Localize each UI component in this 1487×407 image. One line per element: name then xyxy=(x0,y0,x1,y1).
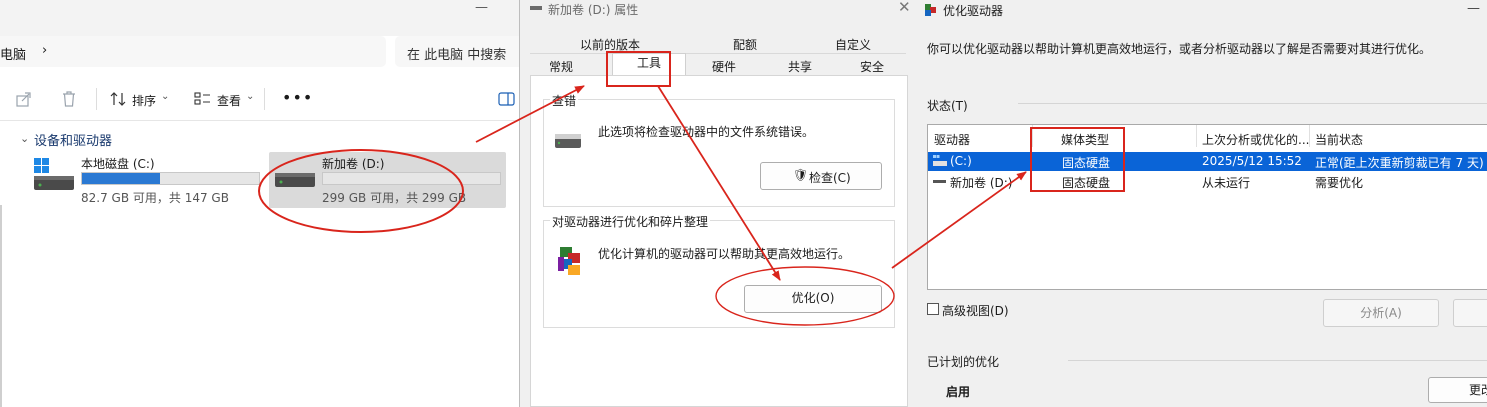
view-label: 查看 xyxy=(217,94,242,108)
check-button[interactable]: 🛡 检查(C) xyxy=(760,162,882,190)
enabled-label: 启用 xyxy=(946,385,971,399)
status-label: 状态(T) xyxy=(927,99,968,113)
command-bar: 排序 ⌄ 查看 ⌄ ••• xyxy=(0,78,520,121)
analyze-button[interactable]: 分析(A) xyxy=(1323,299,1439,327)
group-title: 对驱动器进行优化和碎片整理 xyxy=(550,213,711,230)
optimize-drives-window: 优化驱动器 — 你可以优化驱动器以帮助计算机更高效地运行，或者分析驱动器以了解是… xyxy=(915,0,1487,407)
search-input[interactable]: 在 此电脑 中搜索 xyxy=(407,44,506,63)
drive-icon xyxy=(933,180,946,183)
drive-free-space: 82.7 GB 可用，共 147 GB xyxy=(81,191,229,205)
column-header-drive[interactable]: 驱动器 xyxy=(934,131,970,148)
chevron-right-icon[interactable]: › xyxy=(42,43,47,58)
column-header-last-run[interactable]: 上次分析或优化的... xyxy=(1202,131,1309,148)
address-text: 电脑 xyxy=(0,48,27,63)
optimize-description: 你可以优化驱动器以帮助计算机更高效地运行，或者分析驱动器以了解是否需要对其进行优… xyxy=(927,42,1432,56)
tab-sharing[interactable]: 共享 xyxy=(762,58,838,75)
drive-icon xyxy=(530,6,542,10)
toolbar-separator xyxy=(264,88,265,110)
error-check-description: 此选项将检查驱动器中的文件系统错误。 xyxy=(598,125,815,139)
media-type-cell: 固态硬盘 xyxy=(1062,156,1111,170)
status-cell: 需要优化 xyxy=(1315,176,1364,190)
table-row[interactable]: (C:) 固态硬盘 2025/5/12 15:52 正常(距上次重新剪裁已有 7… xyxy=(928,152,1487,171)
defrag-icon xyxy=(558,247,580,275)
drive-cell: 新加卷 (D:) xyxy=(950,176,1013,190)
status-cell: 正常(距上次重新剪裁已有 7 天) xyxy=(1315,156,1484,170)
shield-icon: 🛡 xyxy=(793,168,809,182)
tab-previous-versions[interactable]: 以前的版本 xyxy=(530,36,690,53)
navigation-pane-border xyxy=(0,205,2,407)
toolbar-separator xyxy=(96,88,97,110)
last-run-cell: 从未运行 xyxy=(1202,176,1251,190)
drive-icon xyxy=(275,173,315,187)
tab-security[interactable]: 安全 xyxy=(838,58,906,75)
sort-label: 排序 xyxy=(132,94,157,108)
close-icon[interactable]: ✕ xyxy=(898,0,911,16)
details-pane-icon[interactable] xyxy=(498,92,516,106)
windows-drive-icon xyxy=(933,155,947,166)
scheduled-optimization-label: 已计划的优化 xyxy=(927,355,1000,369)
change-settings-button[interactable]: 更改 xyxy=(1428,377,1487,403)
drive-tile-d[interactable]: 新加卷 (D:) 299 GB 可用，共 299 GB xyxy=(269,152,506,208)
column-header-status[interactable]: 当前状态 xyxy=(1315,131,1363,148)
drive-label: 新加卷 (D:) xyxy=(322,157,385,171)
address-bar[interactable]: 电脑 › xyxy=(0,36,386,67)
drive-tile-c[interactable]: 本地磁盘 (C:) 82.7 GB 可用，共 147 GB xyxy=(28,152,264,208)
more-options-icon[interactable]: ••• xyxy=(282,88,313,107)
optimize-drive-button[interactable] xyxy=(1453,299,1487,327)
view-icon xyxy=(194,92,210,105)
media-type-cell: 固态硬盘 xyxy=(1062,176,1111,190)
drive-list[interactable]: 驱动器 媒体类型 上次分析或优化的... 当前状态 (C:) 固态硬盘 2025… xyxy=(927,124,1487,290)
explorer-title-bar: — xyxy=(0,0,520,36)
column-separator xyxy=(1309,125,1310,147)
defrag-icon xyxy=(925,4,936,16)
column-header-media-type[interactable]: 媒体类型 xyxy=(1061,131,1109,148)
tab-general[interactable]: 常规 xyxy=(530,58,592,75)
file-explorer-window: — 电脑 › 在 此电脑 中搜索 排序 ⌄ 查看 ⌄ ••• ⌄ 设备和驱动器 … xyxy=(0,0,520,407)
check-button-label: 检查(C) xyxy=(809,171,851,185)
drive-label: 本地磁盘 (C:) xyxy=(81,157,155,171)
sort-icon xyxy=(110,92,126,106)
window-title: 优化驱动器 xyxy=(943,4,1004,18)
windows-drive-icon xyxy=(34,158,74,190)
optimize-group: 对驱动器进行优化和碎片整理 优化计算机的驱动器可以帮助其更高效地运行。 优化(O… xyxy=(543,213,895,328)
chevron-down-icon[interactable]: ⌄ xyxy=(20,132,29,145)
checkbox-box[interactable] xyxy=(927,303,939,315)
status-divider xyxy=(1018,103,1487,104)
chevron-down-icon: ⌄ xyxy=(246,91,255,102)
error-check-group: 查错 此选项将检查驱动器中的文件系统错误。 🛡 检查(C) xyxy=(543,92,895,207)
column-separator xyxy=(1196,125,1197,147)
optimize-button[interactable]: 优化(O) xyxy=(744,285,882,313)
advanced-view-label: 高级视图(D) xyxy=(942,304,1009,318)
tools-tab-panel: 查错 此选项将检查驱动器中的文件系统错误。 🛡 检查(C) 对驱动器进行优化和碎… xyxy=(530,75,908,407)
drive-cell: (C:) xyxy=(950,154,972,168)
tab-row-bottom: 常规 工具 硬件 共享 安全 xyxy=(530,53,906,76)
share-icon[interactable] xyxy=(14,89,34,109)
search-box[interactable]: 在 此电脑 中搜索 xyxy=(395,36,520,67)
devices-section-title: 设备和驱动器 xyxy=(34,134,113,149)
tab-quota[interactable]: 配额 xyxy=(690,36,800,53)
drive-properties-dialog: 新加卷 (D:) 属性 ✕ 以前的版本 配额 自定义 常规 工具 硬件 共享 安… xyxy=(519,0,917,407)
tab-hardware[interactable]: 硬件 xyxy=(686,58,762,75)
last-run-cell: 2025/5/12 15:52 xyxy=(1202,154,1302,168)
drive-free-space: 299 GB 可用，共 299 GB xyxy=(322,191,467,205)
dialog-title: 新加卷 (D:) 属性 xyxy=(548,3,639,17)
minimize-icon[interactable]: — xyxy=(1467,1,1480,16)
tab-customize[interactable]: 自定义 xyxy=(800,36,906,53)
usage-bar xyxy=(81,172,260,185)
delete-icon[interactable] xyxy=(59,89,79,109)
column-separator xyxy=(1032,125,1033,147)
table-row[interactable]: 新加卷 (D:) 固态硬盘 从未运行 需要优化 xyxy=(928,172,1487,191)
minimize-icon[interactable]: — xyxy=(475,0,489,15)
scheduled-divider xyxy=(1068,360,1487,361)
optimize-description: 优化计算机的驱动器可以帮助其更高效地运行。 xyxy=(598,247,851,261)
chevron-down-icon: ⌄ xyxy=(161,91,170,102)
tab-row-top: 以前的版本 配额 自定义 xyxy=(530,34,906,54)
drive-icon xyxy=(555,134,581,148)
tab-tools[interactable]: 工具 xyxy=(612,53,686,76)
usage-bar xyxy=(322,172,501,185)
usage-bar-fill xyxy=(82,173,160,184)
group-title: 查错 xyxy=(550,92,579,109)
